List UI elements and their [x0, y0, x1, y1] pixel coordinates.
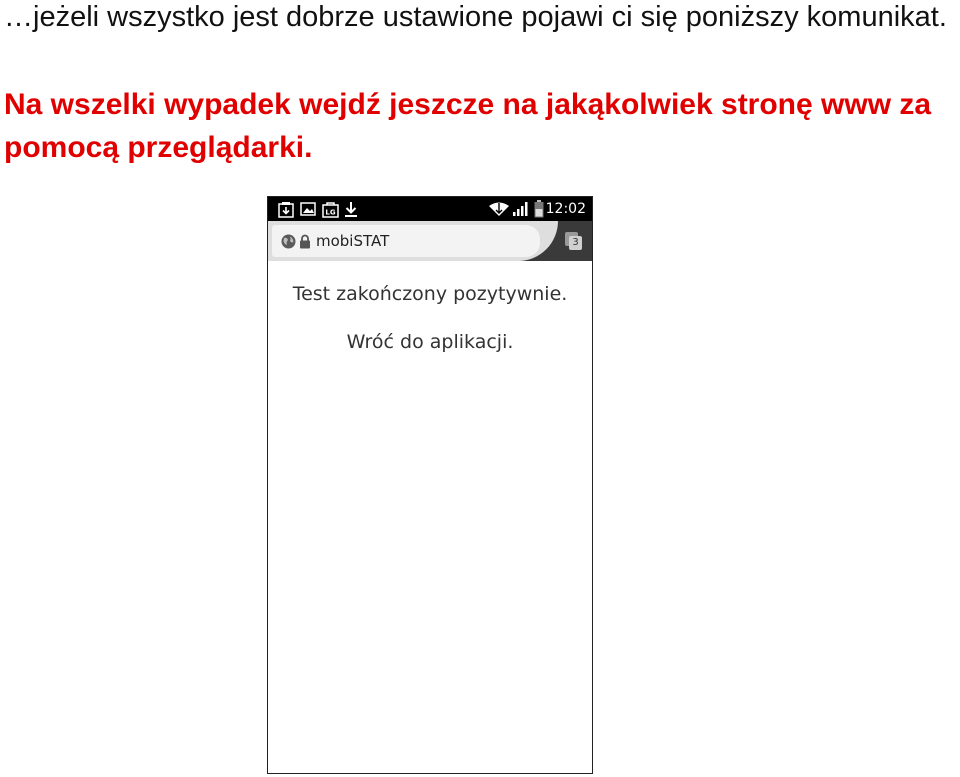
phone-screenshot: LG 12:02 mobiSTAT 3 Test zakończony pozy…	[267, 196, 593, 774]
wifi-icon	[488, 200, 510, 218]
address-text: mobiSTAT	[316, 232, 390, 250]
browser-address-bar: mobiSTAT 3	[268, 221, 592, 261]
lg-notification-icon: LG	[321, 200, 339, 218]
tabs-button[interactable]: 3	[564, 231, 584, 256]
notice-text: Na wszelki wypadek wejdź jeszcze na jaką…	[4, 88, 932, 164]
svg-text:LG: LG	[325, 208, 335, 216]
signal-bars-icon	[511, 200, 529, 218]
intro-text: …jeżeli wszystko jest dobrze ustawione p…	[4, 1, 947, 33]
status-bar: LG 12:02	[268, 197, 592, 221]
tab-count: 3	[572, 237, 579, 248]
battery-icon	[533, 200, 545, 218]
download-arrow-icon	[343, 200, 359, 218]
status-time: 12:02	[545, 201, 586, 217]
test-result-message: Test zakończony pozytywnie.	[292, 283, 568, 305]
image-notification-icon	[299, 200, 317, 218]
lock-icon	[299, 234, 311, 254]
download-notification-icon	[277, 200, 295, 218]
url-field[interactable]: mobiSTAT	[272, 225, 540, 257]
globe-icon	[281, 234, 296, 254]
return-to-app-message: Wróć do aplikacji.	[346, 331, 514, 353]
